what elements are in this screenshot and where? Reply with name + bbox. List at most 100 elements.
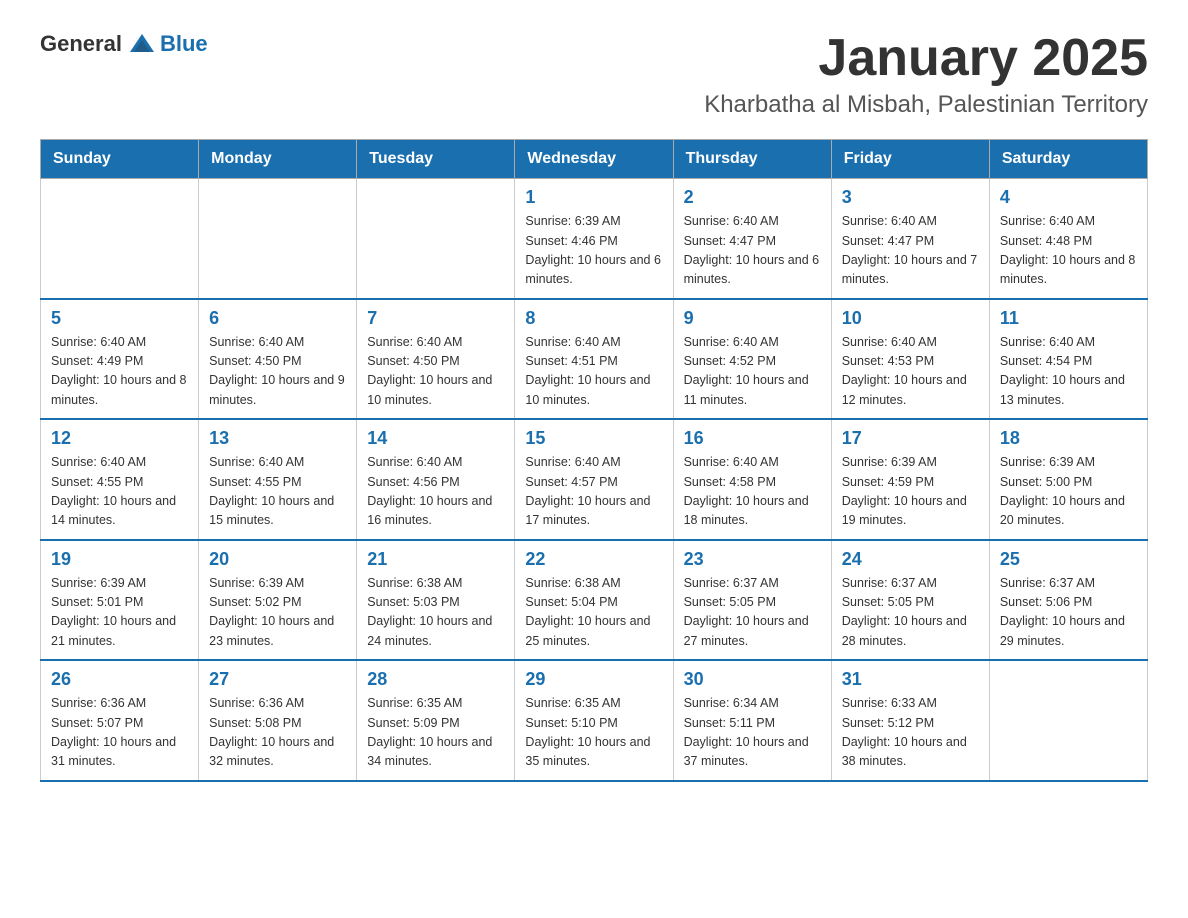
day-number: 4 — [1000, 187, 1137, 208]
header-friday: Friday — [831, 140, 989, 179]
day-info: Sunrise: 6:40 AM Sunset: 4:47 PM Dayligh… — [684, 212, 821, 290]
month-title: January 2025 — [704, 30, 1148, 87]
table-row: 29Sunrise: 6:35 AM Sunset: 5:10 PM Dayli… — [515, 660, 673, 781]
day-info: Sunrise: 6:39 AM Sunset: 4:46 PM Dayligh… — [525, 212, 662, 290]
day-info: Sunrise: 6:37 AM Sunset: 5:05 PM Dayligh… — [684, 574, 821, 652]
day-info: Sunrise: 6:40 AM Sunset: 4:54 PM Dayligh… — [1000, 333, 1137, 411]
day-number: 24 — [842, 549, 979, 570]
day-info: Sunrise: 6:40 AM Sunset: 4:51 PM Dayligh… — [525, 333, 662, 411]
table-row: 26Sunrise: 6:36 AM Sunset: 5:07 PM Dayli… — [41, 660, 199, 781]
table-row: 22 Sunrise: 6:38 AM Sunset: 5:04 PM Dayli… — [515, 540, 673, 661]
day-info: Sunrise: 6:40 AM Sunset: 4:48 PM Dayligh… — [1000, 212, 1137, 290]
day-number: 2 — [684, 187, 821, 208]
table-row: 15 Sunrise: 6:40 AM Sunset: 4:57 PM Dayli… — [515, 419, 673, 540]
day-number: 19 — [51, 549, 188, 570]
table-row: 19 Sunrise: 6:39 AM Sunset: 5:01 PM Dayli… — [41, 540, 199, 661]
day-info: Sunrise: 6:38 AM Sunset: 5:04 PM Dayligh… — [525, 574, 662, 652]
calendar-week-row: 26Sunrise: 6:36 AM Sunset: 5:07 PM Dayli… — [41, 660, 1148, 781]
weekday-header-row: Sunday Monday Tuesday Wednesday Thursday… — [41, 140, 1148, 179]
day-number: 25 — [1000, 549, 1137, 570]
table-row: 31 Sunrise: 6:33 AM Sunset: 5:12 PM Dayli… — [831, 660, 989, 781]
day-info: Sunrise: 6:37 AM Sunset: 5:05 PM Dayligh… — [842, 574, 979, 652]
header-thursday: Thursday — [673, 140, 831, 179]
day-info: Sunrise: 6:40 AM Sunset: 4:55 PM Dayligh… — [51, 453, 188, 531]
table-row — [199, 179, 357, 299]
day-number: 13 — [209, 428, 346, 449]
header-saturday: Saturday — [989, 140, 1147, 179]
day-info: Sunrise: 6:38 AM Sunset: 5:03 PM Dayligh… — [367, 574, 504, 652]
calendar-week-row: 1Sunrise: 6:39 AM Sunset: 4:46 PM Daylig… — [41, 179, 1148, 299]
day-number: 3 — [842, 187, 979, 208]
day-number: 10 — [842, 308, 979, 329]
day-info: Sunrise: 6:39 AM Sunset: 4:59 PM Dayligh… — [842, 453, 979, 531]
day-number: 26 — [51, 669, 188, 690]
table-row: 11 Sunrise: 6:40 AM Sunset: 4:54 PM Dayli… — [989, 299, 1147, 420]
day-info: Sunrise: 6:36 AM Sunset: 5:08 PM Dayligh… — [209, 694, 346, 772]
day-number: 23 — [684, 549, 821, 570]
table-row: 18Sunrise: 6:39 AM Sunset: 5:00 PM Dayli… — [989, 419, 1147, 540]
header-tuesday: Tuesday — [357, 140, 515, 179]
day-info: Sunrise: 6:39 AM Sunset: 5:00 PM Dayligh… — [1000, 453, 1137, 531]
day-info: Sunrise: 6:40 AM Sunset: 4:50 PM Dayligh… — [367, 333, 504, 411]
header-wednesday: Wednesday — [515, 140, 673, 179]
day-info: Sunrise: 6:39 AM Sunset: 5:01 PM Dayligh… — [51, 574, 188, 652]
day-number: 28 — [367, 669, 504, 690]
calendar-week-row: 5 Sunrise: 6:40 AM Sunset: 4:49 PM Daylig… — [41, 299, 1148, 420]
page-header: General Blue January 2025 Kharbatha al M… — [40, 30, 1148, 119]
day-number: 5 — [51, 308, 188, 329]
day-info: Sunrise: 6:40 AM Sunset: 4:58 PM Dayligh… — [684, 453, 821, 531]
day-info: Sunrise: 6:34 AM Sunset: 5:11 PM Dayligh… — [684, 694, 821, 772]
day-info: Sunrise: 6:35 AM Sunset: 5:09 PM Dayligh… — [367, 694, 504, 772]
table-row: 30 Sunrise: 6:34 AM Sunset: 5:11 PM Dayli… — [673, 660, 831, 781]
table-row: 24 Sunrise: 6:37 AM Sunset: 5:05 PM Dayli… — [831, 540, 989, 661]
logo-text-general: General — [40, 31, 122, 57]
table-row: 25 Sunrise: 6:37 AM Sunset: 5:06 PM Dayli… — [989, 540, 1147, 661]
day-number: 31 — [842, 669, 979, 690]
day-number: 22 — [525, 549, 662, 570]
table-row: 10 Sunrise: 6:40 AM Sunset: 4:53 PM Dayli… — [831, 299, 989, 420]
day-number: 6 — [209, 308, 346, 329]
table-row: 17 Sunrise: 6:39 AM Sunset: 4:59 PM Dayli… — [831, 419, 989, 540]
calendar-week-row: 19 Sunrise: 6:39 AM Sunset: 5:01 PM Dayli… — [41, 540, 1148, 661]
day-info: Sunrise: 6:33 AM Sunset: 5:12 PM Dayligh… — [842, 694, 979, 772]
day-info: Sunrise: 6:35 AM Sunset: 5:10 PM Dayligh… — [525, 694, 662, 772]
day-info: Sunrise: 6:40 AM Sunset: 4:49 PM Dayligh… — [51, 333, 188, 411]
header-monday: Monday — [199, 140, 357, 179]
table-row: 2 Sunrise: 6:40 AM Sunset: 4:47 PM Daylig… — [673, 179, 831, 299]
table-row: 6Sunrise: 6:40 AM Sunset: 4:50 PM Daylig… — [199, 299, 357, 420]
day-number: 27 — [209, 669, 346, 690]
header-sunday: Sunday — [41, 140, 199, 179]
day-info: Sunrise: 6:39 AM Sunset: 5:02 PM Dayligh… — [209, 574, 346, 652]
day-info: Sunrise: 6:37 AM Sunset: 5:06 PM Dayligh… — [1000, 574, 1137, 652]
day-info: Sunrise: 6:40 AM Sunset: 4:53 PM Dayligh… — [842, 333, 979, 411]
day-number: 9 — [684, 308, 821, 329]
logo: General Blue — [40, 30, 208, 58]
table-row — [989, 660, 1147, 781]
title-section: January 2025 Kharbatha al Misbah, Palest… — [704, 30, 1148, 119]
calendar-table: Sunday Monday Tuesday Wednesday Thursday… — [40, 139, 1148, 782]
table-row: 20 Sunrise: 6:39 AM Sunset: 5:02 PM Dayli… — [199, 540, 357, 661]
location-title: Kharbatha al Misbah, Palestinian Territo… — [704, 91, 1148, 119]
table-row: 1Sunrise: 6:39 AM Sunset: 4:46 PM Daylig… — [515, 179, 673, 299]
table-row: 14 Sunrise: 6:40 AM Sunset: 4:56 PM Dayli… — [357, 419, 515, 540]
day-info: Sunrise: 6:40 AM Sunset: 4:56 PM Dayligh… — [367, 453, 504, 531]
day-info: Sunrise: 6:40 AM Sunset: 4:57 PM Dayligh… — [525, 453, 662, 531]
day-number: 15 — [525, 428, 662, 449]
day-info: Sunrise: 6:40 AM Sunset: 4:47 PM Dayligh… — [842, 212, 979, 290]
table-row: 5 Sunrise: 6:40 AM Sunset: 4:49 PM Daylig… — [41, 299, 199, 420]
table-row: 4 Sunrise: 6:40 AM Sunset: 4:48 PM Daylig… — [989, 179, 1147, 299]
table-row: 3 Sunrise: 6:40 AM Sunset: 4:47 PM Daylig… — [831, 179, 989, 299]
day-number: 30 — [684, 669, 821, 690]
table-row: 23 Sunrise: 6:37 AM Sunset: 5:05 PM Dayli… — [673, 540, 831, 661]
table-row: 8Sunrise: 6:40 AM Sunset: 4:51 PM Daylig… — [515, 299, 673, 420]
day-number: 11 — [1000, 308, 1137, 329]
table-row: 16 Sunrise: 6:40 AM Sunset: 4:58 PM Dayli… — [673, 419, 831, 540]
table-row: 21Sunrise: 6:38 AM Sunset: 5:03 PM Dayli… — [357, 540, 515, 661]
day-number: 16 — [684, 428, 821, 449]
day-number: 20 — [209, 549, 346, 570]
table-row: 9Sunrise: 6:40 AM Sunset: 4:52 PM Daylig… — [673, 299, 831, 420]
day-number: 14 — [367, 428, 504, 449]
logo-text-blue: Blue — [160, 31, 208, 57]
day-number: 17 — [842, 428, 979, 449]
calendar-week-row: 12Sunrise: 6:40 AM Sunset: 4:55 PM Dayli… — [41, 419, 1148, 540]
